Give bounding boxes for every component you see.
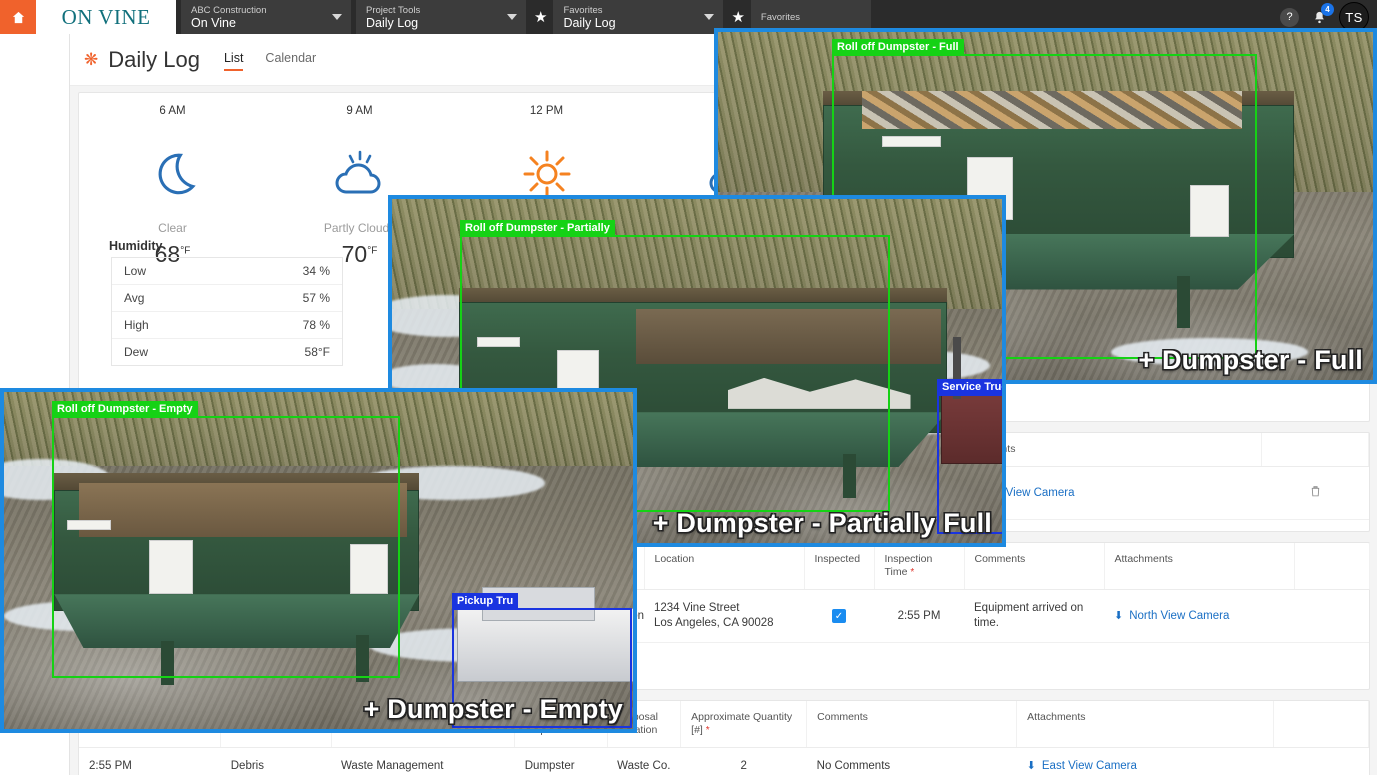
- forecast-time: 12 PM: [529, 105, 564, 117]
- col-blank-end: [1273, 701, 1369, 748]
- cell-comments: No Comments: [806, 747, 1017, 775]
- col-inspection-time: Inspection Time *: [874, 543, 965, 590]
- required-marker: *: [705, 725, 710, 736]
- humidity-label: Dew: [124, 345, 149, 359]
- table-row[interactable]: 2:55 PM Debris Waste Management Dumpster…: [79, 747, 1369, 775]
- humidity-value: 78 %: [302, 318, 330, 332]
- humidity-row: High 78 %: [112, 311, 342, 338]
- download-icon: ⬇: [1026, 760, 1036, 772]
- delete-row-button[interactable]: [1261, 466, 1369, 520]
- col-inspected: Inspected: [804, 543, 875, 590]
- bbox-label: Pickup Tru: [452, 593, 519, 609]
- cell-blank-end: [1273, 747, 1369, 775]
- star-icon[interactable]: ★: [534, 8, 547, 26]
- forecast-time: 6 AM: [159, 105, 186, 117]
- notification-badge: 4: [1321, 3, 1334, 16]
- cell-container: Dumpster: [514, 747, 608, 775]
- cell-attachment[interactable]: ⬇ North View Camera: [1104, 589, 1294, 643]
- page-title: Daily Log: [108, 46, 200, 72]
- star-icon[interactable]: ★: [731, 8, 744, 26]
- cell-inspection-time: 2:55 PM: [874, 589, 964, 643]
- cell-time: 2:55 PM: [79, 747, 221, 775]
- forecast-column-6am: 6 AM Clear 68°F: [79, 105, 266, 268]
- favorites-value: Daily Log: [563, 15, 616, 30]
- home-icon: [12, 11, 24, 23]
- humidity-value: 34 %: [302, 264, 330, 278]
- col-location: Location: [644, 543, 805, 590]
- humidity-row: Avg 57 %: [112, 284, 342, 311]
- col-comments: Comments: [806, 701, 1018, 748]
- bbox-label: Roll off Dumpster - Partially: [460, 220, 615, 236]
- bbox-label: Service Truc: [937, 379, 1002, 395]
- humidity-value: 57 %: [302, 291, 330, 305]
- overlay-caption: + Dumpster - Partially Full: [652, 508, 992, 538]
- cell-hauler: Waste Management: [331, 747, 515, 775]
- col-blank-4: [1261, 433, 1369, 467]
- required-marker: *: [910, 567, 915, 578]
- help-icon[interactable]: ?: [1280, 7, 1299, 27]
- bbox-label: Roll off Dumpster - Full: [832, 39, 964, 55]
- cell-approximate-quantity: 2: [680, 747, 807, 775]
- project-tools-value: Daily Log: [366, 15, 419, 30]
- brand-text: ON VINE: [61, 4, 151, 29]
- col-approximate-quantity: Approximate Quantity [#] *: [680, 701, 808, 748]
- project-selector-value: On Vine: [191, 15, 236, 30]
- project-selector-label: ABC Construction: [191, 4, 267, 16]
- cell-location: 1234 Vine Street Los Angeles, CA 90028: [644, 589, 804, 643]
- humidity-label: High: [124, 318, 149, 332]
- overlay-caption: + Dumpster - Full: [1138, 345, 1363, 375]
- bbox-label: Roll off Dumpster - Empty: [52, 401, 198, 417]
- chevron-down-icon: [507, 14, 517, 20]
- notifications-button[interactable]: 4: [1309, 3, 1334, 27]
- project-tools-selector[interactable]: Project Tools Daily Log: [356, 0, 526, 34]
- moon-icon: [79, 139, 266, 209]
- chevron-down-icon: [704, 14, 715, 20]
- inspected-checkbox[interactable]: ✓: [832, 609, 846, 623]
- gear-icon[interactable]: ❋: [84, 50, 98, 70]
- overlay-dumpster-empty[interactable]: Roll off Dumpster - Empty Pickup Tru + D…: [0, 388, 637, 733]
- cell-inspected[interactable]: ✓: [804, 589, 874, 643]
- cell-comments: Equipment arrived on time.: [964, 589, 1104, 643]
- app-root: ON VINE ABC Construction On Vine Project…: [0, 0, 1377, 775]
- cell-material: Debris: [220, 747, 331, 775]
- humidity-label: Low: [124, 264, 147, 278]
- brand-logo[interactable]: ON VINE: [36, 0, 176, 34]
- humidity-table: Low 34 % Avg 57 % High 78 % Dew 58°F: [111, 257, 343, 366]
- download-icon: ⬇: [1114, 609, 1124, 622]
- tab-calendar[interactable]: Calendar: [265, 51, 316, 68]
- tab-list[interactable]: List: [223, 51, 244, 71]
- chevron-down-icon: [332, 14, 342, 20]
- trash-icon: [1311, 485, 1319, 496]
- humidity-row: Dew 58°F: [112, 338, 342, 365]
- col-attachments: Attachments: [1104, 543, 1295, 590]
- humidity-title: Humidity: [109, 239, 163, 253]
- favorites-label-2: Favorites: [760, 11, 800, 23]
- location-line-2: Los Angeles, CA 90028: [654, 617, 774, 629]
- project-selector[interactable]: ABC Construction On Vine: [181, 0, 351, 34]
- cell-company: Waste Co.: [607, 747, 681, 775]
- col-blank-end: [1294, 543, 1370, 590]
- humidity-value: 58°F: [304, 345, 330, 359]
- favorites-label: Favorites: [563, 4, 603, 16]
- forecast-time: 9 AM: [346, 105, 373, 117]
- overlay-caption: + Dumpster - Empty: [363, 694, 623, 724]
- col-attachments: Attachments: [1016, 701, 1275, 748]
- favorites-selector[interactable]: Favorites Daily Log: [553, 0, 724, 34]
- attachment-link[interactable]: East View Camera: [1042, 760, 1137, 772]
- bounding-box-dumpster-empty: Roll off Dumpster - Empty: [52, 401, 400, 678]
- attachment-link[interactable]: North View Camera: [1129, 610, 1229, 622]
- forecast-description: Clear: [158, 221, 187, 235]
- cell-blank-end: [1294, 589, 1369, 643]
- cell-attachment[interactable]: ⬇ East View Camera: [1016, 747, 1274, 775]
- project-tools-label: Project Tools: [366, 4, 421, 16]
- humidity-row: Low 34 %: [112, 258, 342, 284]
- humidity-label: Avg: [124, 291, 145, 305]
- col-comments: Comments: [964, 543, 1105, 590]
- home-button[interactable]: [0, 0, 36, 34]
- location-line-1: 1234 Vine Street: [654, 602, 740, 614]
- favorites-group: ★ Favorites Daily Log: [534, 0, 724, 34]
